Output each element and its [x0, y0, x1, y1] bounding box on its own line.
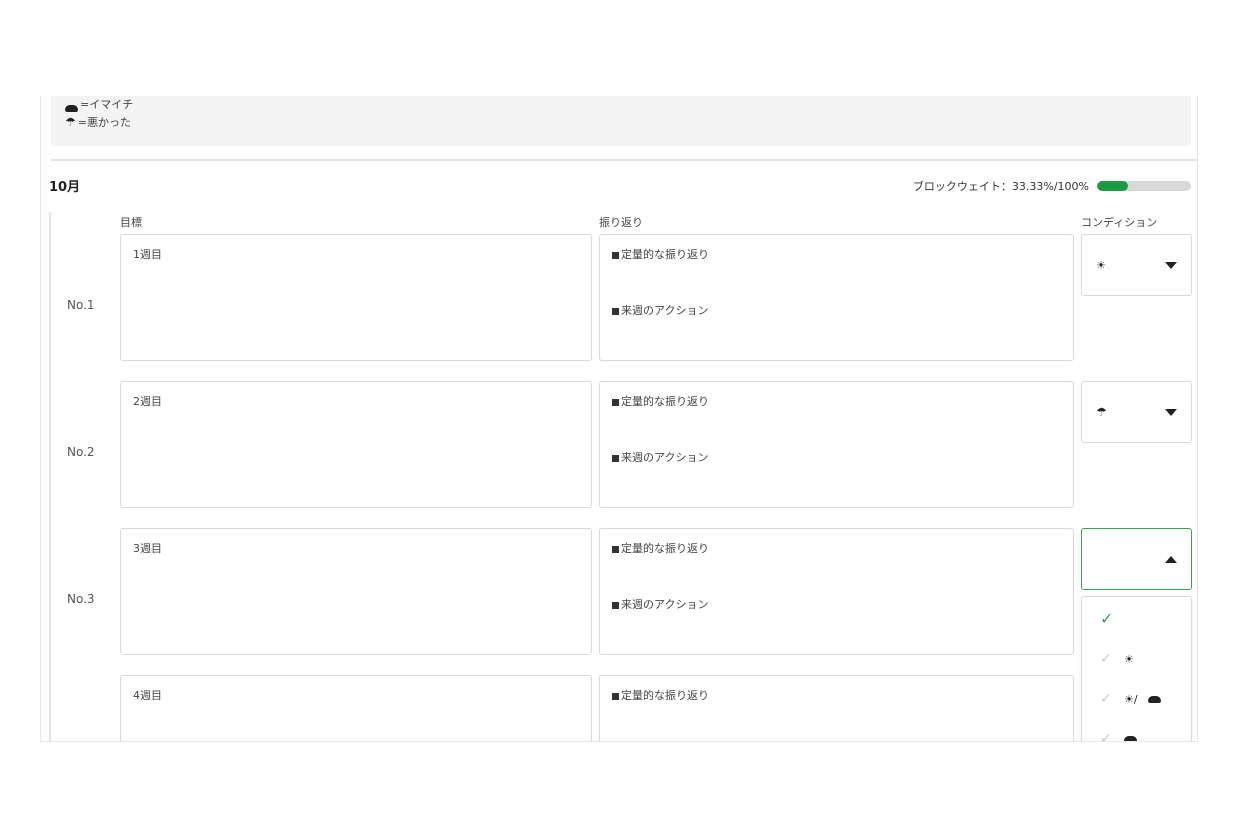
- goal-textarea-week-3[interactable]: 3週目: [120, 528, 592, 655]
- square-bullet-icon: [612, 251, 619, 259]
- column-header-condition: コンディション: [1081, 216, 1158, 229]
- goal-textarea-week-4[interactable]: 4週目: [120, 675, 592, 741]
- goal-text: 1週目: [133, 248, 162, 261]
- caret-down-icon: [1165, 408, 1177, 416]
- goal-textarea-week-1[interactable]: 1週目: [120, 234, 592, 361]
- dropdown-option-sunny[interactable]: ✓ ☀: [1082, 639, 1191, 679]
- square-bullet-icon: [612, 307, 619, 315]
- condition-legend: =イマイチ ☂ =悪かった: [51, 96, 1191, 146]
- goal-textarea-week-2[interactable]: 2週目: [120, 381, 592, 508]
- reflection-textarea-week-3[interactable]: 定量的な振り返り 来週のアクション: [599, 528, 1074, 655]
- reflection-textarea-week-2[interactable]: 定量的な振り返り 来週のアクション: [599, 381, 1074, 508]
- reflection-textarea-week-1[interactable]: 定量的な振り返り 来週のアクション: [599, 234, 1074, 361]
- option-text: ☀: [1124, 652, 1134, 666]
- square-bullet-icon: [612, 454, 619, 462]
- check-icon: ✓: [1100, 608, 1114, 628]
- legend-text: =悪かった: [77, 116, 131, 129]
- dropdown-option-none[interactable]: ✓: [1082, 597, 1191, 639]
- reflection-line-quantitative: 定量的な振り返り: [612, 393, 1061, 413]
- condition-value: ☂: [1096, 405, 1107, 419]
- reflection-line-quantitative: 定量的な振り返り: [612, 540, 1061, 560]
- legend-text: =イマイチ: [80, 98, 134, 111]
- section-divider: [51, 159, 1197, 161]
- square-bullet-icon: [612, 692, 619, 700]
- cloud-icon: [1147, 695, 1161, 703]
- reflection-textarea-week-4[interactable]: 定量的な振り返り: [599, 675, 1074, 741]
- cloud-icon: [65, 105, 78, 112]
- check-icon: ✓: [1100, 731, 1112, 742]
- condition-select-week-3[interactable]: [1081, 528, 1192, 590]
- condition-value: ☀: [1096, 258, 1106, 272]
- legend-item-umbrella: ☂ =悪かった: [65, 112, 1177, 132]
- row-label: No.2: [67, 445, 95, 459]
- condition-select-week-2[interactable]: ☂: [1081, 381, 1192, 443]
- block-weight-progress-fill: [1097, 181, 1129, 191]
- reflection-line-next-action: 来週のアクション: [612, 596, 1061, 616]
- umbrella-icon: ☂: [65, 115, 76, 129]
- dropdown-option-sunny-cloudy[interactable]: ✓ ☀/: [1082, 679, 1191, 719]
- option-text: ☀/: [1124, 692, 1138, 706]
- block-weight: ブロックウェイト：33.33%/100%: [913, 178, 1191, 194]
- square-bullet-icon: [612, 545, 619, 553]
- column-header-reflection: 振り返り: [599, 216, 643, 229]
- reflection-line-quantitative: 定量的な振り返り: [612, 246, 1061, 266]
- month-title: 10月: [49, 180, 81, 195]
- reflection-line-next-action: 来週のアクション: [612, 449, 1061, 469]
- block-weight-label: ブロックウェイト：33.33%/100%: [912, 180, 1089, 193]
- monthly-block-panel: =イマイチ ☂ =悪かった 10月 ブロックウェイト：33.33%/100% 目…: [40, 96, 1198, 742]
- check-icon: ✓: [1100, 691, 1112, 707]
- goal-text: 4週目: [133, 689, 162, 702]
- reflection-line-next-action: 来週のアクション: [612, 302, 1061, 322]
- column-header-goal: 目標: [120, 216, 142, 229]
- cloud-icon: [1124, 735, 1137, 741]
- condition-dropdown-menu: ✓ ✓ ☀ ✓ ☀/ ✓: [1081, 596, 1192, 742]
- condition-select-week-1[interactable]: ☀: [1081, 234, 1192, 296]
- reflection-line-quantitative: 定量的な振り返り: [612, 687, 1061, 707]
- caret-down-icon: [1165, 261, 1177, 269]
- square-bullet-icon: [612, 398, 619, 406]
- square-bullet-icon: [612, 601, 619, 609]
- legend-item-cloud: =イマイチ: [65, 96, 1177, 112]
- dropdown-option-cloudy[interactable]: ✓: [1082, 719, 1191, 742]
- goal-text: 2週目: [133, 395, 162, 408]
- row-label: No.3: [67, 592, 95, 606]
- row-label: No.1: [67, 298, 95, 312]
- block-rule: [49, 212, 51, 741]
- caret-up-icon: [1165, 555, 1177, 563]
- check-icon: ✓: [1100, 651, 1112, 667]
- block-weight-progress-bar: [1097, 181, 1191, 191]
- goal-text: 3週目: [133, 542, 162, 555]
